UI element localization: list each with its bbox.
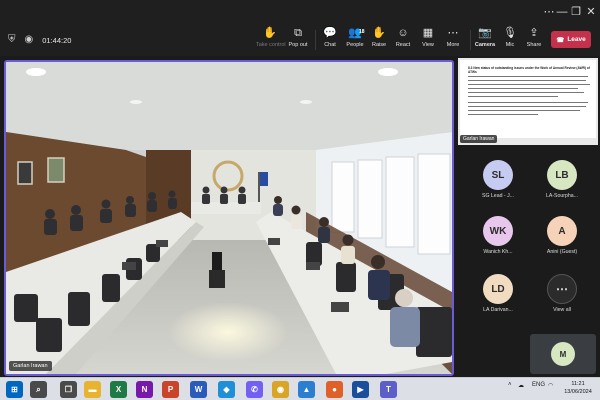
self-view[interactable]: M xyxy=(530,334,596,374)
viber-icon[interactable]: ✆ xyxy=(246,381,263,398)
word-icon[interactable]: W xyxy=(190,381,207,398)
participant-avatar: A xyxy=(547,216,577,246)
text-line xyxy=(468,92,584,94)
chat-button[interactable]: 💬 Chat xyxy=(316,27,344,53)
shared-document-page: 8.3 New status of outstanding issues und… xyxy=(460,60,596,138)
text-line xyxy=(468,88,578,90)
file-explorer-icon[interactable]: ▬ xyxy=(84,381,101,398)
meeting-timer: 01:44:20 xyxy=(42,35,72,45)
view-all-label: View all xyxy=(553,307,571,313)
powerpoint-icon[interactable]: P xyxy=(162,381,179,398)
close-icon[interactable]: ✕ xyxy=(583,4,599,20)
text-line xyxy=(468,76,588,78)
text-line xyxy=(468,106,586,108)
text-line xyxy=(468,114,538,116)
speaker-name-tag: Garlan Irawan xyxy=(9,361,52,371)
participant-tile[interactable]: WK Wanich Kh... xyxy=(466,216,530,262)
view-all-button[interactable]: ⋯ View all xyxy=(530,274,594,320)
leave-button[interactable]: ☎ Leave xyxy=(551,31,591,48)
teams-icon[interactable]: T xyxy=(380,381,397,398)
chat-icon: 💬 xyxy=(323,27,337,39)
meeting-toolbar: ⛨ ◉ 01:44:20 ✋ Take control ⧉ Pop out 💬 … xyxy=(0,24,600,56)
participant-tile[interactable]: LB LA-Sourpha... xyxy=(530,160,594,206)
hand-icon: ✋ xyxy=(263,27,277,39)
view-button[interactable]: ▦ View xyxy=(414,27,442,53)
people-count-badge: 18 xyxy=(359,29,365,35)
camera-icon: 📷 xyxy=(478,27,492,39)
participant-name: LA-Sourpha... xyxy=(545,193,578,199)
participant-name: LA Darivan... xyxy=(483,307,513,313)
participant-name: Anini (Guest) xyxy=(546,249,578,255)
conference-room-video xyxy=(6,62,452,374)
participant-tile[interactable]: SL SG Lead - J... xyxy=(466,160,530,206)
system-clock[interactable]: 11:21 13/06/2024 xyxy=(558,381,598,396)
share-icon: ⇪ xyxy=(529,27,539,39)
shield-icon[interactable]: ⛨ xyxy=(8,34,16,46)
participant-avatar: WK xyxy=(483,216,513,246)
smiley-icon: ☺ xyxy=(397,27,409,39)
text-line xyxy=(468,110,580,112)
share-button[interactable]: ⇪ Share xyxy=(520,27,548,53)
shared-document-heading: 8.3 New status of outstanding issues und… xyxy=(468,66,590,74)
text-line xyxy=(468,84,590,86)
language-indicator[interactable]: ENG xyxy=(532,382,545,388)
record-icon: ◉ xyxy=(24,34,34,45)
restore-icon[interactable]: ❐ xyxy=(568,4,584,20)
more-icon: ⋯ xyxy=(447,27,459,39)
participant-avatar: SL xyxy=(483,160,513,190)
text-line xyxy=(468,80,586,82)
participant-name: Wanich Kh... xyxy=(483,249,513,255)
chrome-icon[interactable]: ◉ xyxy=(272,381,289,398)
media-icon[interactable]: ▶ xyxy=(352,381,369,398)
windows-taskbar: ⊞ ⌕ ❐ ▬ X N P W ◆ ✆ ◉ ▲ ● ▶ T ˄ ☁ ENG ◠ 11:21 13/06/20… xyxy=(0,377,600,400)
participants-panel: 8.3 New status of outstanding issues und… xyxy=(458,56,600,376)
participant-tile[interactable]: A Anini (Guest) xyxy=(530,216,594,262)
main-video-stage[interactable]: Garlan Irawan xyxy=(4,60,454,376)
photos-icon[interactable]: ▲ xyxy=(298,381,315,398)
windows-start-icon[interactable]: ⊞ xyxy=(6,381,23,398)
search-icon[interactable]: ⌕ xyxy=(30,381,47,398)
task-view-icon[interactable]: ❐ xyxy=(60,381,77,398)
wifi-icon[interactable]: ◠ xyxy=(548,382,553,389)
onenote-icon[interactable]: N xyxy=(136,381,153,398)
app-blue-icon[interactable]: ◆ xyxy=(218,381,235,398)
teams-meeting-window: ⋯ — ❐ ✕ ⛨ ◉ 01:44:20 ✋ Take control ⧉ Po… xyxy=(0,0,600,400)
self-avatar: M xyxy=(551,342,575,366)
shared-screen-thumbnail[interactable]: 8.3 New status of outstanding issues und… xyxy=(458,58,598,145)
react-button[interactable]: ☺ React xyxy=(389,27,417,53)
camera-button[interactable]: 📷 Camera xyxy=(471,27,499,53)
participant-avatar: LB xyxy=(547,160,577,190)
pop-out-icon: ⧉ xyxy=(294,27,302,39)
pop-out-button[interactable]: ⧉ Pop out xyxy=(284,27,312,53)
text-line xyxy=(468,96,558,98)
presenter-name-tag: Garlan Irawan xyxy=(460,135,498,143)
more-button[interactable]: ⋯ More xyxy=(439,27,467,53)
title-bar: ⋯ — ❐ ✕ xyxy=(0,0,600,24)
take-control-button[interactable]: ✋ Take control xyxy=(256,27,286,53)
participant-avatar: LD xyxy=(483,274,513,304)
more-icon: ⋯ xyxy=(547,274,577,304)
cloud-icon[interactable]: ☁ xyxy=(518,382,524,389)
participant-tile[interactable]: LD LA Darivan... xyxy=(466,274,530,320)
grid-view-icon: ▦ xyxy=(422,27,434,39)
text-line xyxy=(468,102,588,104)
chevron-up-icon[interactable]: ˄ xyxy=(508,382,512,388)
phone-hangup-icon: ☎ xyxy=(556,36,565,44)
excel-icon[interactable]: X xyxy=(110,381,127,398)
firefox-icon[interactable]: ● xyxy=(326,381,343,398)
participant-name: SG Lead - J... xyxy=(481,193,514,199)
